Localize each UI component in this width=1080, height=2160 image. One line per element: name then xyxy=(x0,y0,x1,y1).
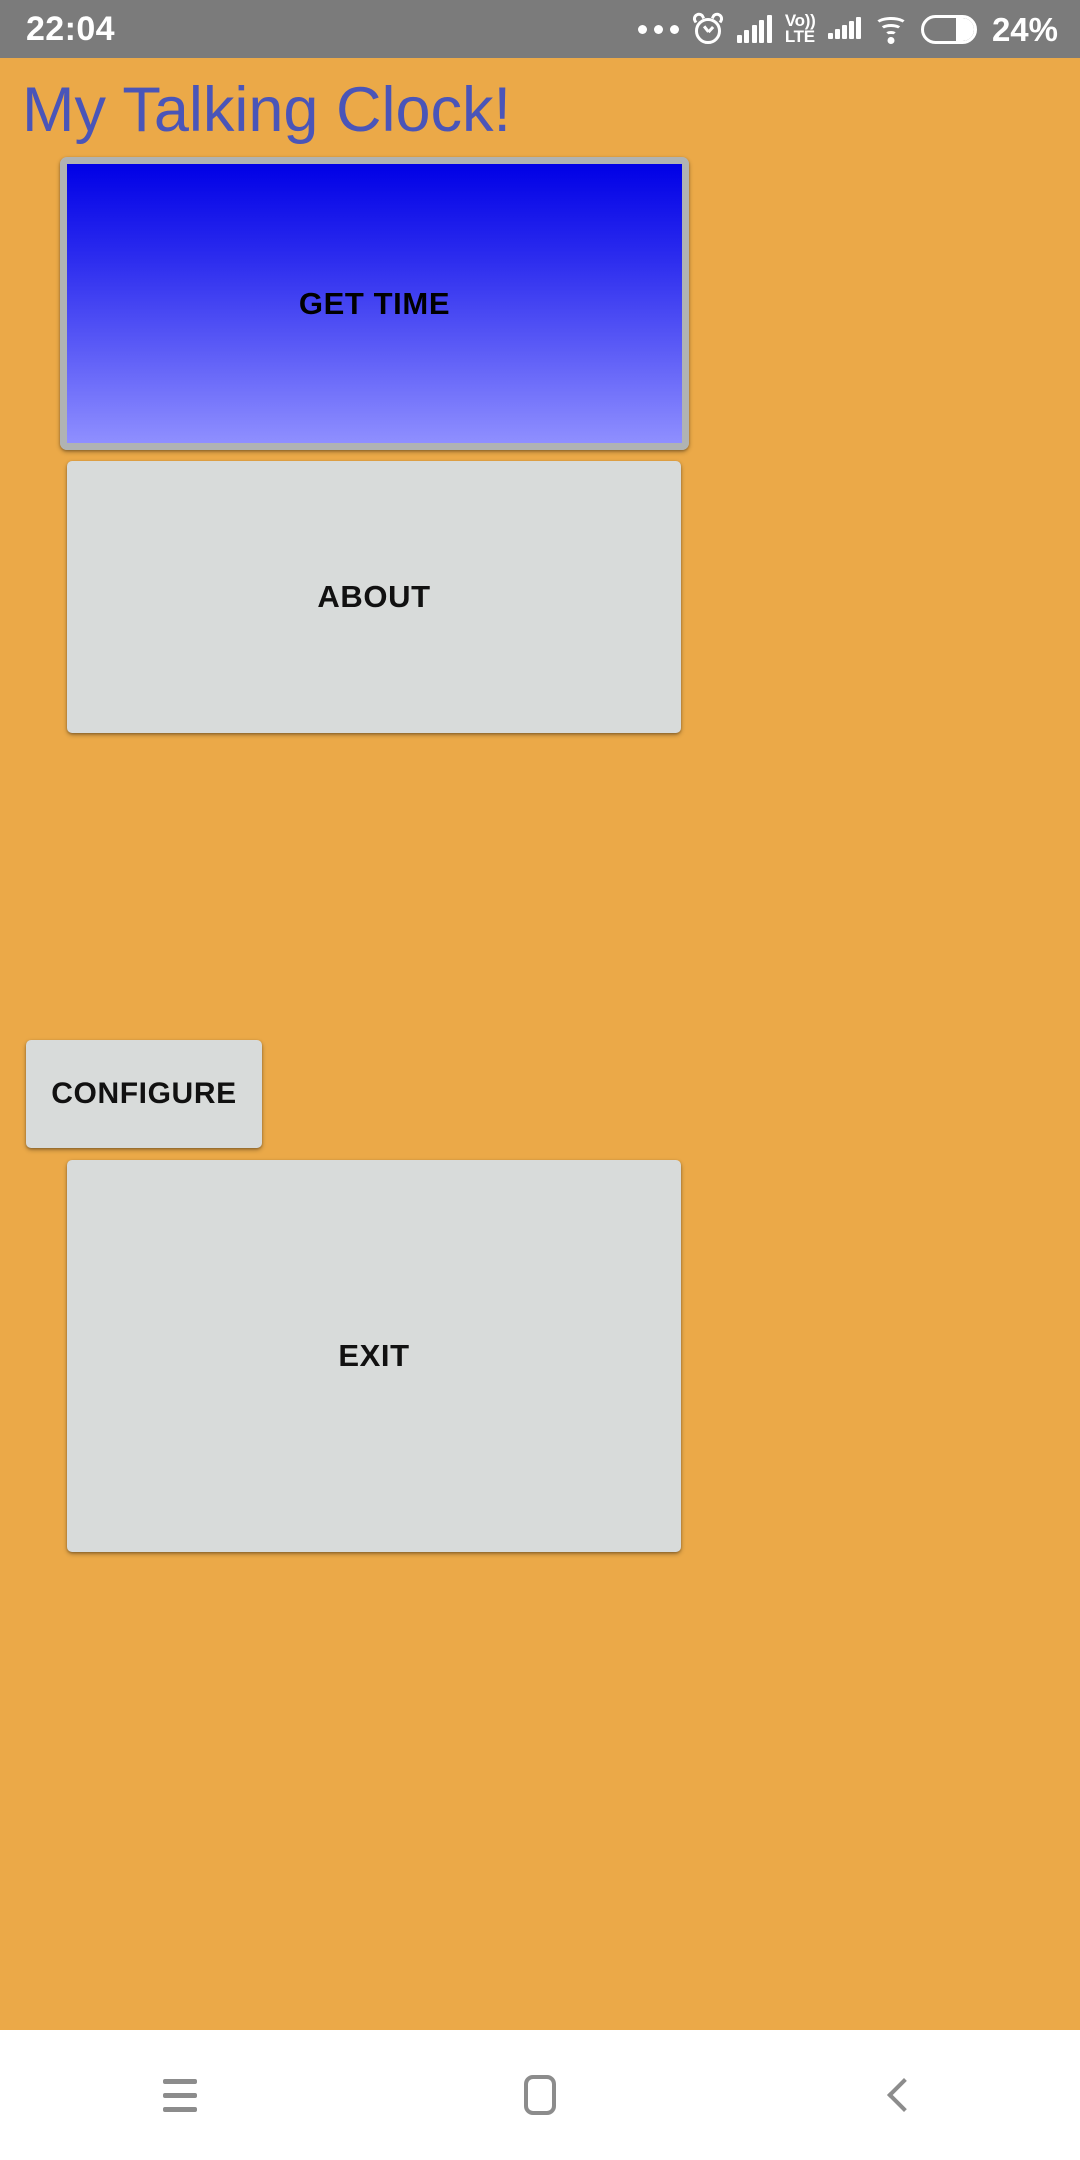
android-navigation-bar xyxy=(0,2030,1080,2160)
volte-icon: Vo)) LTE xyxy=(784,12,816,46)
status-bar-icons: Vo)) LTE 24% xyxy=(637,10,1058,48)
get-time-button[interactable]: GET TIME xyxy=(60,157,689,450)
alarm-clock-icon xyxy=(690,10,726,45)
status-bar-clock: 22:04 xyxy=(26,10,115,48)
battery-icon xyxy=(920,14,977,44)
battery-percent-label: 24% xyxy=(991,10,1058,48)
wifi-icon xyxy=(873,16,908,44)
status-bar: 22:04 Vo)) LTE 24% xyxy=(0,0,1080,58)
home-square-icon xyxy=(524,2075,556,2115)
signal-bars-secondary-icon xyxy=(828,17,861,39)
nav-recents-button[interactable] xyxy=(0,2030,360,2160)
configure-button[interactable]: CONFIGURE xyxy=(26,1040,262,1148)
about-button[interactable]: ABOUT xyxy=(67,461,681,733)
nav-back-button[interactable] xyxy=(720,2030,1080,2160)
back-chevron-icon xyxy=(887,2078,921,2112)
exit-button[interactable]: EXIT xyxy=(67,1160,681,1552)
page-title: My Talking Clock! xyxy=(22,75,511,145)
volte-line-2: LTE xyxy=(784,27,815,46)
more-dots-icon xyxy=(637,24,679,34)
nav-home-button[interactable] xyxy=(360,2030,720,2160)
signal-bars-icon xyxy=(736,15,772,43)
hamburger-menu-icon xyxy=(163,2078,197,2112)
